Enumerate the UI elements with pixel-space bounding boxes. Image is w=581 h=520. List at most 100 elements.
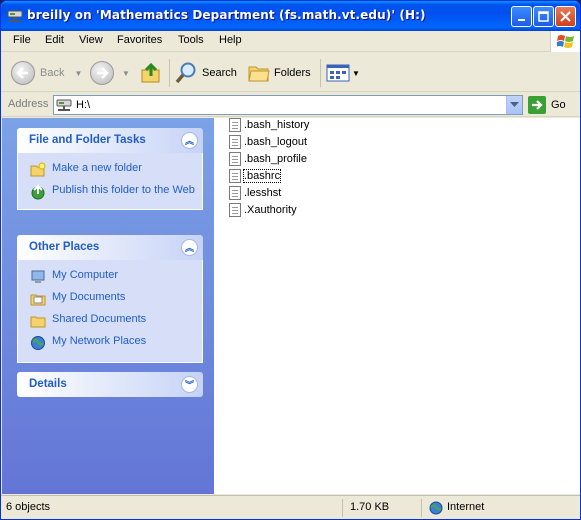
views-icon xyxy=(326,64,350,82)
make-new-folder-link[interactable]: Make a new folder xyxy=(18,159,202,181)
file-name: .bash_history xyxy=(244,118,310,131)
file-name: .bash_logout xyxy=(244,135,307,148)
text-file-icon xyxy=(229,168,241,183)
toolbar-separator xyxy=(169,59,170,87)
file-item[interactable]: .bash_logout xyxy=(229,133,307,150)
minimize-icon xyxy=(517,18,525,21)
menu-view[interactable]: View xyxy=(79,34,103,46)
file-folder-tasks-panel: File and Folder Tasks ︽ Make a new folde… xyxy=(17,128,203,210)
close-button[interactable] xyxy=(555,6,576,27)
address-bar: Address H:\ Go xyxy=(1,93,580,117)
status-divider xyxy=(421,499,422,517)
my-network-places-link[interactable]: My Network Places xyxy=(18,332,202,354)
text-file-icon xyxy=(229,185,241,200)
new-folder-icon xyxy=(30,162,46,177)
status-bar: 6 objects 1.70 KB Internet xyxy=(1,495,580,519)
window-title: breilly on 'Mathematics Department (fs.m… xyxy=(27,8,426,22)
text-file-icon xyxy=(229,202,241,217)
text-file-icon xyxy=(229,151,241,166)
internet-globe-icon xyxy=(429,501,443,515)
address-dropdown-button[interactable] xyxy=(506,96,522,114)
file-name: .lesshst xyxy=(244,186,282,199)
status-zone: Internet xyxy=(447,501,485,513)
file-name: .Xauthority xyxy=(244,203,297,216)
file-folder-tasks-header[interactable]: File and Folder Tasks ︽ xyxy=(17,128,203,153)
file-item[interactable]: .bashrc xyxy=(229,167,282,184)
search-button[interactable]: Search xyxy=(175,59,237,87)
views-button[interactable]: ▼ xyxy=(326,59,360,87)
file-item[interactable]: .bash_history xyxy=(229,116,309,133)
network-drive-icon xyxy=(56,99,72,111)
toolbar-separator xyxy=(320,59,321,87)
forward-dropdown-icon[interactable]: ▼ xyxy=(122,69,130,78)
file-name: .bash_profile xyxy=(244,152,307,165)
maximize-icon xyxy=(538,11,549,22)
panel-body: My Computer My Documents Shared Document… xyxy=(17,260,203,363)
place-label: My Documents xyxy=(52,291,126,303)
status-size: 1.70 KB xyxy=(350,501,390,513)
shared-folder-icon xyxy=(30,316,46,328)
status-divider xyxy=(342,499,343,517)
up-folder-button[interactable] xyxy=(140,59,162,87)
details-panel: Details ︾ xyxy=(17,372,203,397)
publish-to-web-link[interactable]: Publish this folder to the Web xyxy=(18,181,202,203)
maximize-button[interactable] xyxy=(533,6,554,27)
menu-bar: File Edit View Favorites Tools Help xyxy=(1,31,580,52)
views-dropdown-icon[interactable]: ▼ xyxy=(352,69,360,78)
go-button[interactable]: Go xyxy=(528,96,566,114)
file-item[interactable]: .bash_profile xyxy=(229,150,307,167)
my-computer-icon xyxy=(31,270,45,283)
task-label: Make a new folder xyxy=(52,162,142,174)
close-icon xyxy=(560,11,571,22)
file-list[interactable]: .bash_history .bash_logout .bash_profile… xyxy=(214,116,580,494)
forward-button[interactable]: ▼ xyxy=(90,59,130,87)
folders-button[interactable]: Folders xyxy=(247,59,311,87)
forward-arrow-icon xyxy=(90,61,114,85)
standard-toolbar: Back ▼ ▼ Search Folders ▼ xyxy=(1,53,580,92)
panel-title: Details xyxy=(29,378,67,390)
folders-label: Folders xyxy=(274,67,311,79)
expand-chevron-icon[interactable]: ︾ xyxy=(181,376,198,393)
place-label: Shared Documents xyxy=(52,313,147,325)
my-documents-icon xyxy=(30,294,46,306)
search-label: Search xyxy=(202,67,237,79)
address-field[interactable]: H:\ xyxy=(53,95,523,115)
collapse-chevron-icon[interactable]: ︽ xyxy=(181,239,198,256)
place-label: My Computer xyxy=(52,269,119,281)
other-places-panel: Other Places ︽ My Computer My Documents … xyxy=(17,235,203,363)
panel-title: Other Places xyxy=(29,241,100,253)
back-button[interactable]: Back ▼ xyxy=(11,59,82,87)
file-item[interactable]: .Xauthority xyxy=(229,201,297,218)
go-label: Go xyxy=(551,99,566,111)
minimize-button[interactable] xyxy=(511,6,532,27)
menu-help[interactable]: Help xyxy=(219,34,242,46)
title-bar[interactable]: breilly on 'Mathematics Department (fs.m… xyxy=(1,1,580,31)
go-arrow-icon xyxy=(528,96,546,114)
address-value: H:\ xyxy=(76,99,91,111)
collapse-chevron-icon[interactable]: ︽ xyxy=(181,132,198,149)
panel-title: File and Folder Tasks xyxy=(29,134,146,146)
task-pane: File and Folder Tasks ︽ Make a new folde… xyxy=(2,118,214,494)
folders-icon xyxy=(248,66,270,82)
up-folder-icon xyxy=(141,62,160,83)
menu-edit[interactable]: Edit xyxy=(45,34,64,46)
menu-favorites[interactable]: Favorites xyxy=(117,34,162,46)
my-computer-link[interactable]: My Computer xyxy=(18,266,202,288)
network-places-icon xyxy=(31,336,45,350)
network-drive-icon xyxy=(7,10,23,22)
back-arrow-icon xyxy=(11,61,35,85)
file-name: .bashrc xyxy=(242,168,282,183)
windows-logo-icon xyxy=(550,31,580,52)
menu-file[interactable]: File xyxy=(13,34,31,46)
panel-body: Make a new folder Publish this folder to… xyxy=(17,153,203,210)
other-places-header[interactable]: Other Places ︽ xyxy=(17,235,203,260)
shared-documents-link[interactable]: Shared Documents xyxy=(18,310,202,332)
chevron-down-icon xyxy=(510,102,519,107)
menu-tools[interactable]: Tools xyxy=(178,34,204,46)
my-documents-link[interactable]: My Documents xyxy=(18,288,202,310)
status-object-count: 6 objects xyxy=(6,501,51,513)
details-header[interactable]: Details ︾ xyxy=(17,372,203,397)
file-item[interactable]: .lesshst xyxy=(229,184,281,201)
back-dropdown-icon[interactable]: ▼ xyxy=(74,69,82,78)
text-file-icon xyxy=(229,134,241,149)
